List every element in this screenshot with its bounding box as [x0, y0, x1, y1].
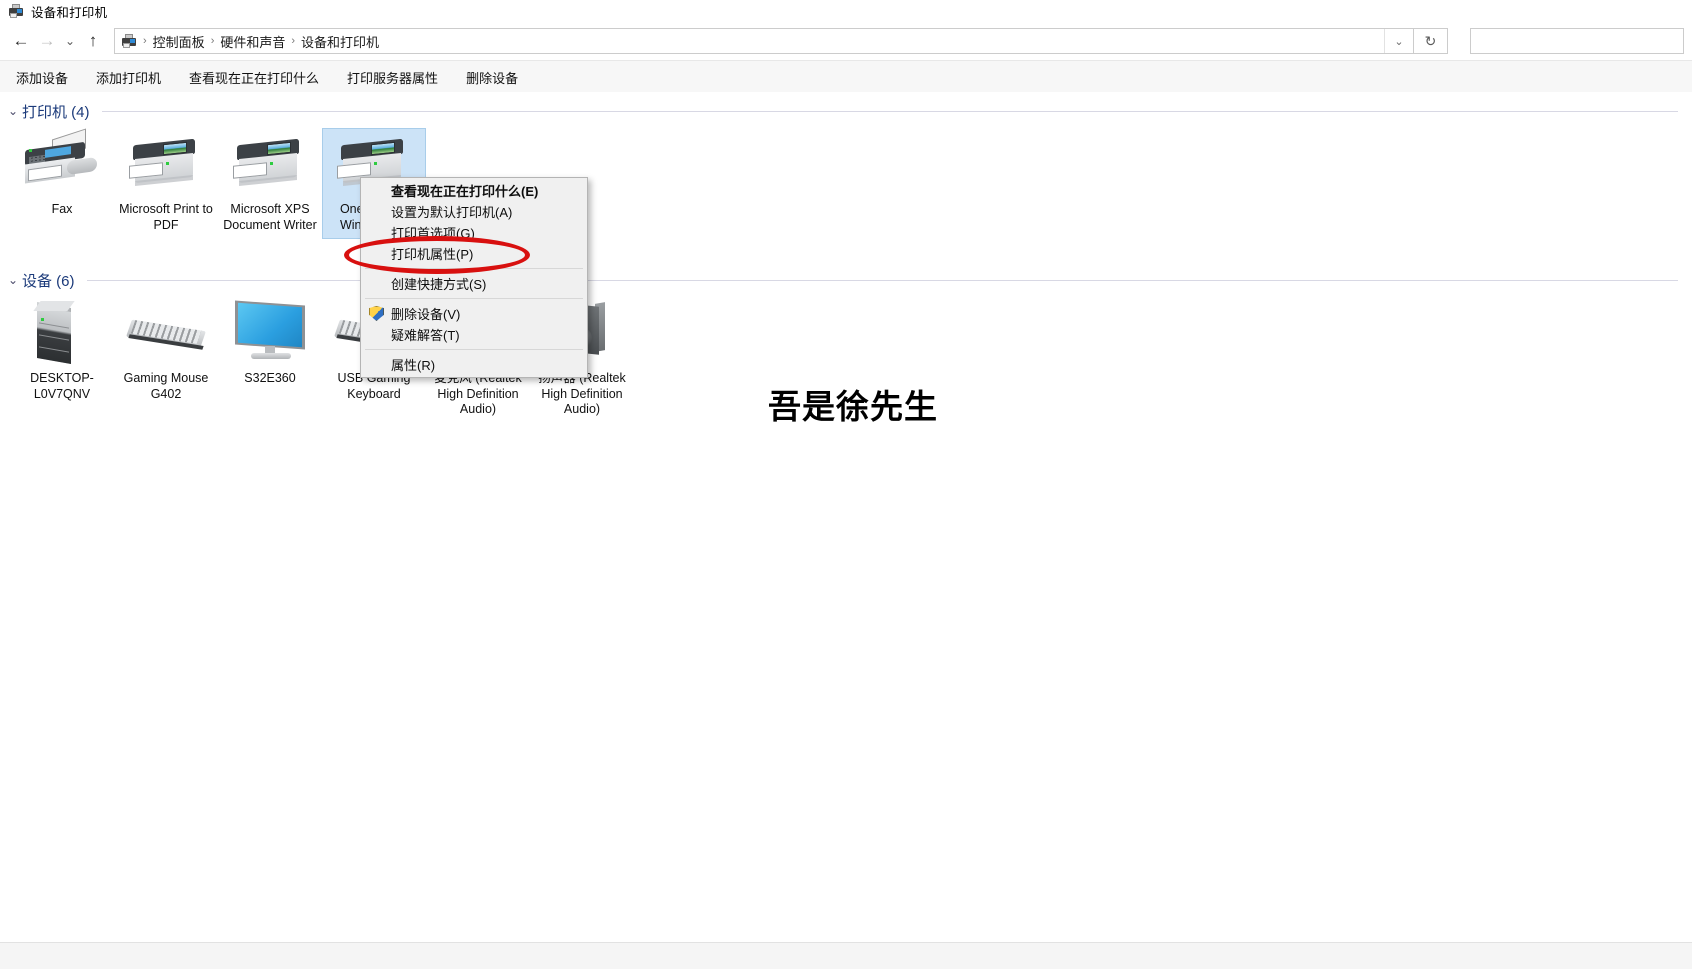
window-title-bar: 设备和打印机	[0, 0, 1692, 22]
device-tile-label: Microsoft XPS Document Writer	[223, 202, 317, 232]
group-divider	[86, 279, 1678, 281]
device-tile-desktop[interactable]: DESKTOP-L0V7QNV	[10, 297, 114, 424]
group-title-devices: 设备 (6)	[22, 272, 75, 290]
forward-button[interactable]: →	[34, 28, 60, 54]
menu-item-set-as-default-printer[interactable]: 设置为默认打印机(A)	[361, 201, 587, 222]
back-button[interactable]: ←	[8, 28, 34, 54]
address-bar[interactable]: › 控制面板 › 硬件和声音 › 设备和打印机 ⌄	[114, 28, 1414, 54]
context-menu: 查看现在正在打印什么(E) 设置为默认打印机(A) 打印首选项(G) 打印机属性…	[360, 177, 588, 378]
search-input[interactable]	[1470, 28, 1684, 54]
device-tile-label: Gaming Mouse G402	[123, 371, 209, 401]
device-tile-gaming-mouse[interactable]: Gaming Mouse G402	[114, 297, 218, 424]
command-add-printer[interactable]: 添加打印机	[82, 61, 175, 93]
printer-icon	[123, 132, 209, 196]
chevron-down-icon[interactable]: ⌄	[8, 273, 22, 287]
breadcrumb-separator[interactable]: ›	[209, 35, 217, 47]
menu-item-label: 删除设备(V)	[391, 307, 461, 322]
printer-icon	[227, 132, 313, 196]
refresh-button[interactable]: ↻	[1414, 28, 1448, 54]
up-button[interactable]: ↑	[80, 28, 106, 54]
shield-icon	[369, 306, 384, 321]
device-tile-monitor[interactable]: S32E360	[218, 297, 322, 424]
menu-item-remove-device[interactable]: 删除设备(V)	[361, 303, 587, 324]
device-tile-microsoft-xps-document-writer[interactable]: Microsoft XPS Document Writer	[218, 128, 322, 239]
command-remove-device[interactable]: 删除设备	[452, 61, 532, 93]
menu-separator	[365, 298, 583, 299]
recent-locations-button[interactable]: ⌄	[60, 28, 80, 54]
breadcrumb-item-hardware-sound[interactable]: 硬件和声音	[216, 32, 289, 51]
items-view: ⌄ 打印机 (4) Fax Microsoft Print to PDF Mic…	[0, 92, 1692, 969]
device-tile-microsoft-print-to-pdf[interactable]: Microsoft Print to PDF	[114, 128, 218, 239]
group-title-printers: 打印机 (4)	[22, 103, 90, 121]
group-header-printers[interactable]: ⌄ 打印机 (4)	[0, 98, 1692, 124]
breadcrumb-separator[interactable]: ›	[289, 35, 297, 47]
chevron-down-icon[interactable]: ⌄	[1384, 29, 1413, 53]
printers-tile-grid: Fax Microsoft Print to PDF Microsoft XPS…	[0, 128, 1692, 239]
breadcrumb-item-control-panel[interactable]: 控制面板	[149, 32, 209, 51]
watermark-text: 吾是徐先生	[768, 388, 938, 425]
menu-separator	[365, 349, 583, 350]
window-title: 设备和打印机	[31, 5, 108, 20]
command-see-whats-printing[interactable]: 查看现在正在打印什么	[175, 61, 333, 93]
menu-item-properties[interactable]: 属性(R)	[361, 354, 587, 375]
address-bar-icon	[121, 33, 137, 49]
computer-tower-icon	[19, 301, 105, 365]
command-print-server-properties[interactable]: 打印服务器属性	[333, 61, 452, 93]
keyboard-icon	[123, 301, 209, 365]
device-tile-label: DESKTOP-L0V7QNV	[30, 371, 94, 401]
breadcrumb-item-devices-printers[interactable]: 设备和打印机	[297, 32, 383, 51]
menu-item-see-whats-printing[interactable]: 查看现在正在打印什么(E)	[361, 180, 587, 201]
device-tile-label: S32E360	[244, 371, 296, 385]
status-bar	[0, 942, 1692, 969]
navigation-bar: ← → ⌄ ↑ › 控制面板 › 硬件和声音 › 设备和打印机 ⌄ ↻	[0, 22, 1692, 60]
command-add-device[interactable]: 添加设备	[2, 61, 82, 93]
device-tile-label: Fax	[51, 202, 73, 216]
chevron-down-icon[interactable]: ⌄	[8, 104, 22, 118]
devices-printers-icon	[8, 3, 24, 19]
menu-item-troubleshoot[interactable]: 疑难解答(T)	[361, 324, 587, 345]
menu-item-create-shortcut[interactable]: 创建快捷方式(S)	[361, 273, 587, 294]
group-header-devices[interactable]: ⌄ 设备 (6)	[0, 267, 1692, 293]
group-divider	[101, 110, 1678, 112]
command-bar: 添加设备 添加打印机 查看现在正在打印什么 打印服务器属性 删除设备	[0, 60, 1692, 94]
monitor-icon	[227, 300, 313, 365]
fax-icon	[19, 128, 105, 196]
device-tile-fax[interactable]: Fax	[10, 128, 114, 239]
device-tile-label: Microsoft Print to PDF	[119, 202, 213, 232]
annotation-ellipse	[344, 236, 530, 274]
breadcrumb-separator[interactable]: ›	[141, 35, 149, 47]
